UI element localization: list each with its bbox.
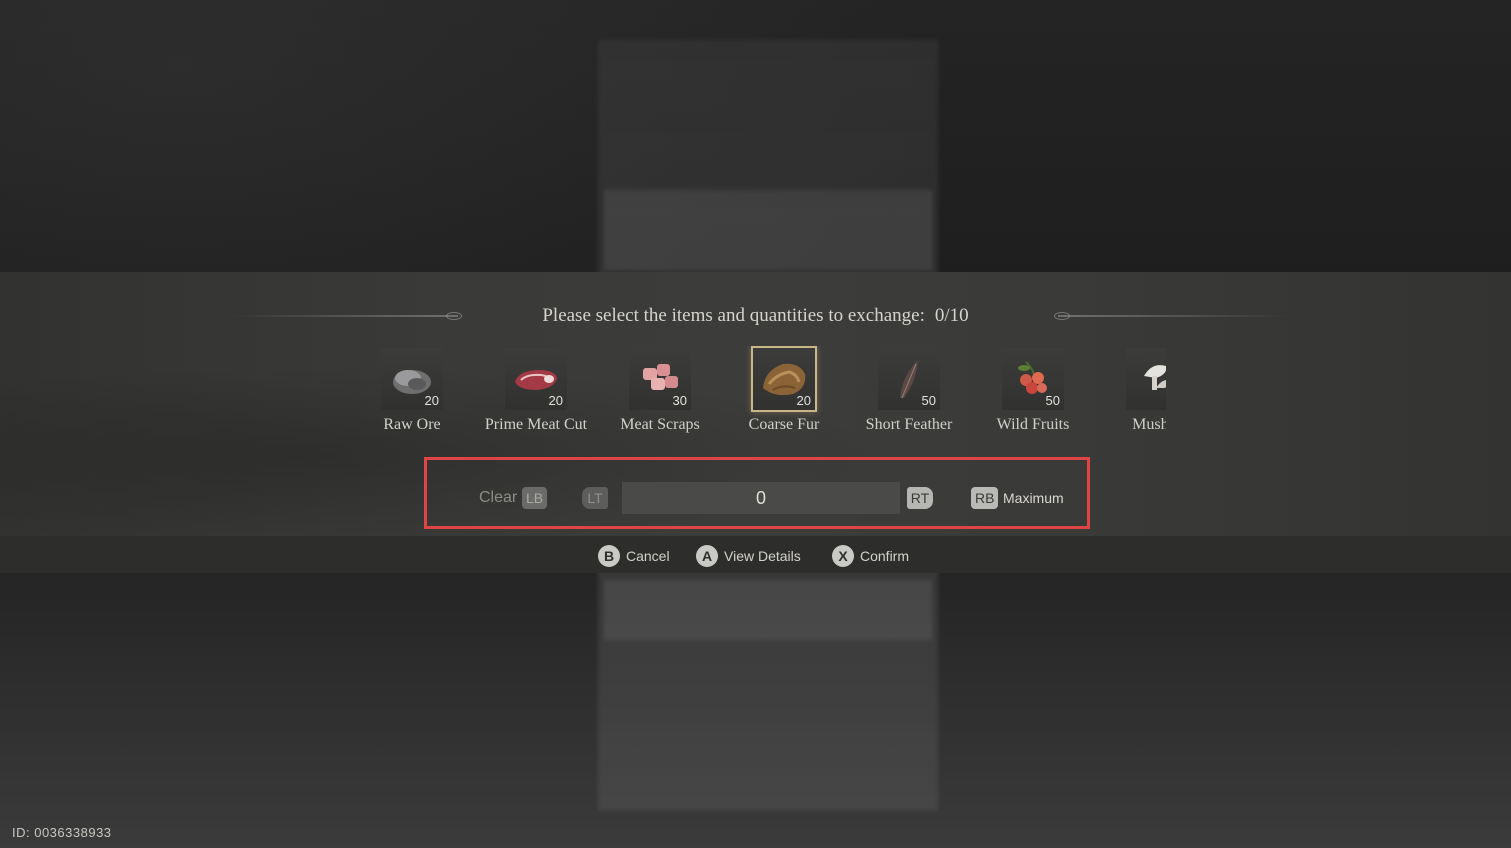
hint-label: View Details [724,548,801,564]
player-id: ID: 0036338933 [12,825,112,840]
a-button-icon: A [696,545,718,567]
item-quantity: 50 [921,393,936,408]
item-name: Wild Fruits [996,416,1070,433]
lb-button[interactable]: LB [522,487,548,509]
item-slot[interactable]: 20 [381,348,443,410]
item-short-feather[interactable]: 50 Short Feather [847,346,971,442]
mushroom-icon [1144,365,1166,390]
item-slot[interactable] [1126,348,1166,410]
item-slot[interactable]: 50 [878,348,940,410]
hint-label: Cancel [626,548,670,564]
item-quantity: 50 [1045,393,1060,408]
quantity-controls: Clear LB LT RT RB Maximum [424,457,1090,529]
selection-count: 0/10 [934,305,969,326]
item-name: Coarse Fur [748,416,820,433]
clear-label[interactable]: Clear [479,489,517,507]
item-meat-scraps[interactable]: 30 Meat Scraps [598,346,722,442]
maximum-label[interactable]: Maximum [1003,490,1064,506]
item-name: Meat Scraps [620,416,700,433]
item-prime-meat-cut[interactable]: 20 Prime Meat Cut [474,346,598,442]
prompt-text: Please select the items and quantities t… [542,305,925,326]
rb-button[interactable]: RB [971,487,999,509]
hint-view-details[interactable]: A View Details [696,545,801,567]
quantity-input[interactable] [622,482,900,514]
rt-increase-button[interactable]: RT [907,487,933,509]
hint-cancel[interactable]: B Cancel [598,545,670,567]
b-button-icon: B [598,545,620,567]
exchange-prompt: Please select the items and quantities t… [0,305,1511,327]
hint-label: Confirm [860,548,910,564]
hint-confirm[interactable]: X Confirm [832,545,909,567]
item-quantity: 20 [424,393,439,408]
item-list: 20 Raw Ore 20 Prime Meat Cut 30 Meat Scr… [380,346,1166,442]
item-quantity: 20 [796,393,811,408]
lt-decrease-button[interactable]: LT [582,487,608,509]
item-name: Prime Meat Cut [484,416,588,433]
item-slot[interactable]: 20 [505,348,567,410]
item-quantity: 30 [672,393,687,408]
item-slot[interactable]: 20 [751,346,817,412]
item-slot[interactable]: 30 [629,348,691,410]
item-coarse-fur[interactable]: 20 Coarse Fur [722,346,846,442]
item-quantity: 20 [548,393,563,408]
item-mushroom[interactable]: Mushro [1095,346,1166,442]
item-name: Mushro [1132,416,1166,433]
item-wild-fruits[interactable]: 50 Wild Fruits [971,346,1095,442]
item-slot[interactable]: 50 [1002,348,1064,410]
item-raw-ore[interactable]: 20 Raw Ore [380,346,474,442]
item-name: Short Feather [865,416,953,433]
x-button-icon: X [832,545,854,567]
